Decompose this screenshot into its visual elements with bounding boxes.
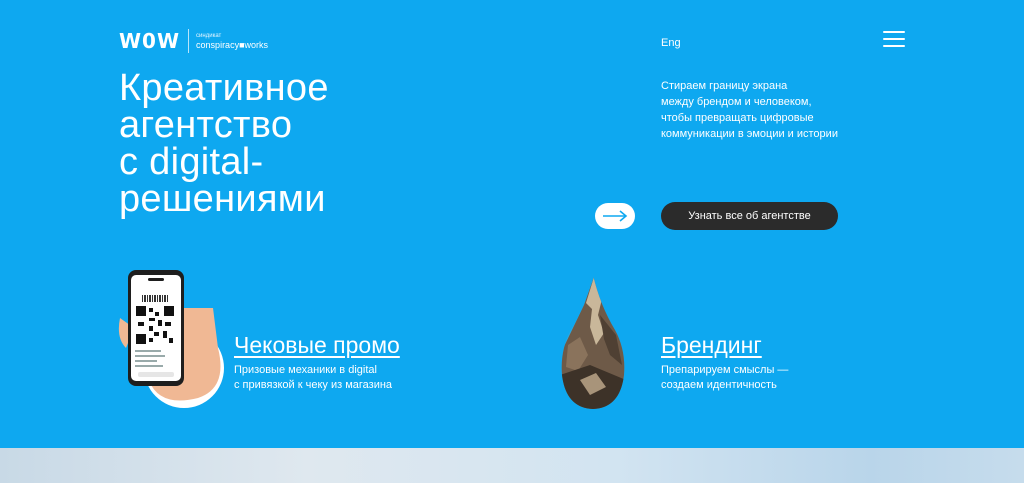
tagline: Стираем границу экрана между брендом и ч… <box>661 78 861 142</box>
logo-sub-small: синдикат <box>196 33 222 39</box>
logo-mark: W0W <box>119 29 181 53</box>
card-desc-branding: Препарируем смыслы — создаем идентичност… <box>661 363 788 393</box>
logo[interactable]: W0W синдикат conspiracy■works <box>119 29 268 53</box>
card-title-receipt-promo[interactable]: Чековые промо <box>234 332 400 358</box>
tagline-line-2: между брендом и человеком, <box>661 96 812 108</box>
card-desc-receipt-promo: Призовые механики в digital с привязкой … <box>234 363 392 393</box>
burger-line <box>883 38 905 40</box>
hero-section: W0W синдикат conspiracy■works Eng Креати… <box>0 0 1024 448</box>
card-desc-line: создаем идентичность <box>661 379 777 391</box>
burger-line <box>883 31 905 33</box>
tagline-line-4: коммуникации в эмоции и истории <box>661 128 838 140</box>
headline-line-4: решениями <box>119 178 326 220</box>
card-title-branding[interactable]: Брендинг <box>661 332 762 358</box>
page-title: Креативное агентство с digital- решениям… <box>119 67 419 220</box>
about-agency-button[interactable]: Узнать все об агентстве <box>661 202 838 230</box>
arrow-right-icon <box>603 210 628 222</box>
next-section-preview <box>0 448 1024 483</box>
logo-subtitle: синдикат conspiracy■works <box>196 32 268 50</box>
card-desc-line: с привязкой к чеку из магазина <box>234 379 393 391</box>
card-desc-line: Препарируем смыслы — <box>661 364 789 376</box>
headline-line-2: агентство <box>119 104 293 146</box>
headline-line-3: с digital- <box>119 141 264 183</box>
burger-line <box>883 45 905 47</box>
card-desc-line: Призовые механики в digital <box>234 364 377 376</box>
logo-sub-main: conspiracy■works <box>196 40 269 50</box>
arrow-button[interactable] <box>595 203 635 229</box>
tagline-line-3: чтобы превращать цифровые <box>661 112 814 124</box>
mountain-peak-illustration <box>561 275 625 409</box>
headline-line-1: Креативное <box>119 67 329 109</box>
hamburger-menu-icon[interactable] <box>883 31 905 47</box>
phone-qr-receipt-illustration <box>118 270 224 408</box>
tagline-line-1: Стираем границу экрана <box>661 80 788 92</box>
logo-divider <box>188 29 190 53</box>
language-switch[interactable]: Eng <box>661 37 681 49</box>
